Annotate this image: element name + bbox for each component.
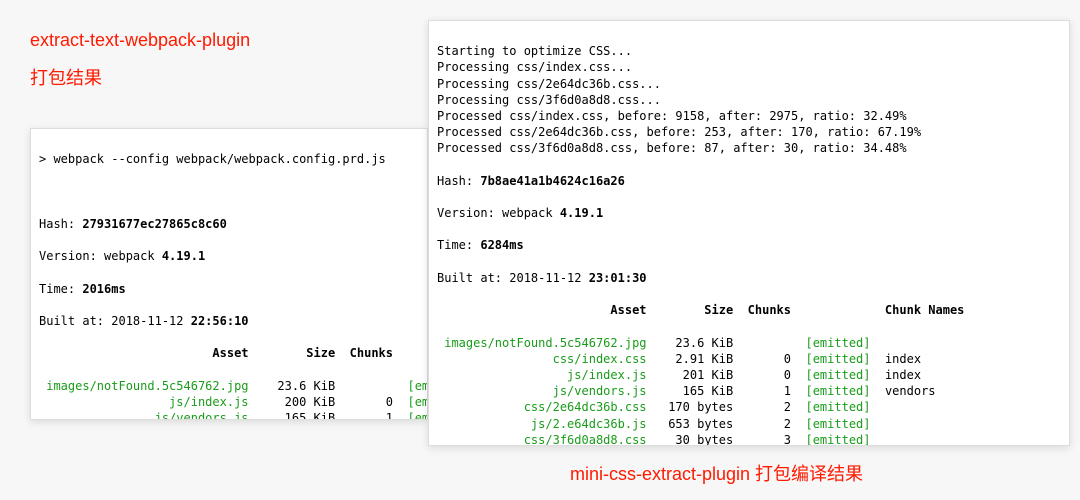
cmd-line: > webpack --config webpack/webpack.confi…	[39, 151, 419, 167]
terminal-left: > webpack --config webpack/webpack.confi…	[30, 128, 428, 420]
terminal-right: Starting to optimize CSS... Processing c…	[428, 20, 1070, 446]
asset-table-right: images/notFound.5c546762.jpg 23.6 KiB [e…	[437, 335, 1061, 446]
asset-table-left: images/notFound.5c546762.jpg 23.6 KiB [e…	[39, 378, 419, 420]
plugin-title-right: mini-css-extract-plugin 打包编译结果	[570, 460, 863, 486]
table-header-left: Asset Size Chunks	[39, 345, 419, 361]
table-header-right: Asset Size Chunks Chunk Names	[437, 302, 1061, 318]
plugin-title-left: extract-text-webpack-plugin	[30, 30, 250, 51]
optimize-log: Starting to optimize CSS... Processing c…	[437, 43, 1061, 156]
plugin-subtitle-left: 打包结果	[30, 64, 102, 90]
